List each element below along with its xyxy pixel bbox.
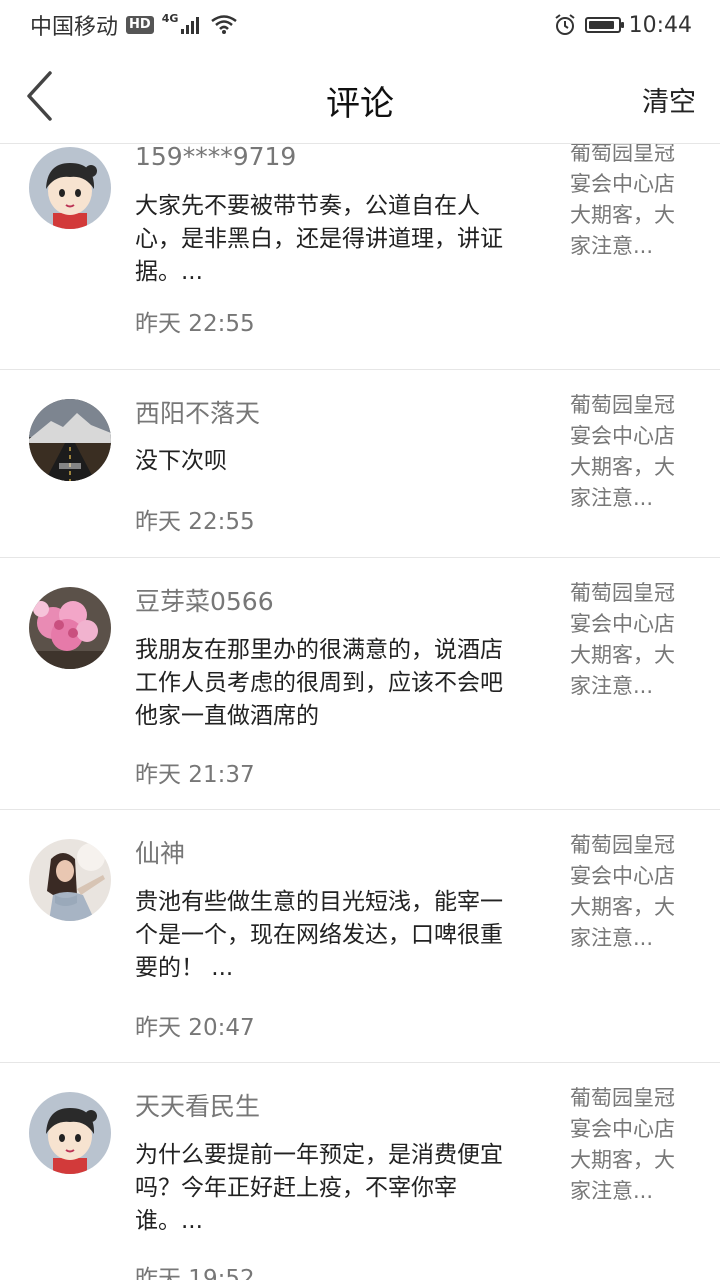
user-avatar[interactable] [29, 1092, 111, 1174]
hd-badge: HD [126, 16, 154, 34]
woman-photo-avatar-icon [29, 839, 111, 921]
comment-text: 没下次呗 [135, 448, 227, 474]
comment-item[interactable]: 天天看民生 为什么要提前一年预定，是消费便宜吗？今年正好赶上疫，不宰你宰谁。..… [0, 1063, 720, 1280]
comment-time: 昨天 21:37 [135, 762, 255, 788]
comment-time: 昨天 22:55 [135, 509, 255, 535]
comment-time: 昨天 20:47 [135, 1015, 255, 1041]
user-avatar[interactable] [29, 839, 111, 921]
clear-button[interactable]: 清空 [642, 80, 696, 119]
article-reference[interactable]: 葡萄园皇冠宴会中心店大期客，大家注意... [570, 1083, 692, 1207]
comment-time: 昨天 19:52 [135, 1266, 255, 1280]
article-reference[interactable]: 葡萄园皇冠宴会中心店大期客，大家注意... [570, 390, 692, 514]
page-title: 评论 [326, 84, 394, 124]
comment-item[interactable]: 西阳不落天 没下次呗 昨天 22:55 葡萄园皇冠宴会中心店大期客，大家注意..… [0, 370, 720, 558]
cartoon-avatar-icon [29, 1092, 111, 1174]
mountain-road-avatar-icon [29, 399, 111, 481]
comment-text: 为什么要提前一年预定，是消费便宜吗？今年正好赶上疫，不宰你宰谁。... [135, 1142, 503, 1234]
comment-username[interactable]: 豆芽菜0566 [135, 582, 274, 618]
user-avatar[interactable] [29, 587, 111, 669]
comment-username[interactable]: 西阳不落天 [135, 394, 260, 430]
status-left: 中国移动 HD 4G [30, 9, 238, 41]
header: 评论 清空 [0, 50, 720, 144]
comment-username[interactable]: 159****9719 [135, 144, 296, 171]
clock: 10:44 [628, 12, 692, 38]
cartoon-avatar-icon [29, 147, 111, 229]
pink-flower-avatar-icon [29, 587, 111, 669]
user-avatar[interactable] [29, 147, 111, 229]
wifi-icon [211, 15, 238, 34]
comment-time: 昨天 22:55 [135, 311, 255, 337]
status-right: 10:44 [553, 13, 692, 38]
comment-item[interactable]: 仙神 贵池有些做生意的目光短浅，能宰一个是一个，现在网络发达，口啤很重要的！ .… [0, 810, 720, 1063]
comment-text: 贵池有些做生意的目光短浅，能宰一个是一个，现在网络发达，口啤很重要的！ ... [135, 889, 503, 981]
carrier-name: 中国移动 [30, 15, 119, 40]
comment-item[interactable]: 159****9719 大家先不要被带节奏，公道自在人心，是非黑白，还是得讲道理… [0, 144, 720, 370]
comment-text: 我朋友在那里办的很满意的，说酒店工作人员考虑的很周到，应该不会吧他家一直做酒席的 [135, 637, 503, 729]
comment-username[interactable]: 天天看民生 [135, 1087, 260, 1123]
status-bar: 中国移动 HD 4G 10:44 [0, 0, 720, 50]
comment-list[interactable]: 159****9719 大家先不要被带节奏，公道自在人心，是非黑白，还是得讲道理… [0, 144, 720, 1280]
battery-icon [584, 17, 624, 33]
comment-item[interactable]: 豆芽菜0566 我朋友在那里办的很满意的，说酒店工作人员考虑的很周到，应该不会吧… [0, 558, 720, 810]
signal-icon [181, 17, 200, 34]
article-reference[interactable]: 葡萄园皇冠宴会中心店大期客，大家注意... [570, 830, 692, 954]
alarm-icon [554, 14, 575, 35]
article-reference[interactable]: 葡萄园皇冠宴会中心店大期客，大家注意... [570, 144, 692, 262]
article-reference[interactable]: 葡萄园皇冠宴会中心店大期客，大家注意... [570, 578, 692, 702]
comment-text: 大家先不要被带节奏，公道自在人心，是非黑白，还是得讲道理，讲证据。... [135, 193, 503, 285]
user-avatar[interactable] [29, 399, 111, 481]
comment-username[interactable]: 仙神 [135, 834, 185, 870]
network-type: 4G [161, 11, 179, 25]
